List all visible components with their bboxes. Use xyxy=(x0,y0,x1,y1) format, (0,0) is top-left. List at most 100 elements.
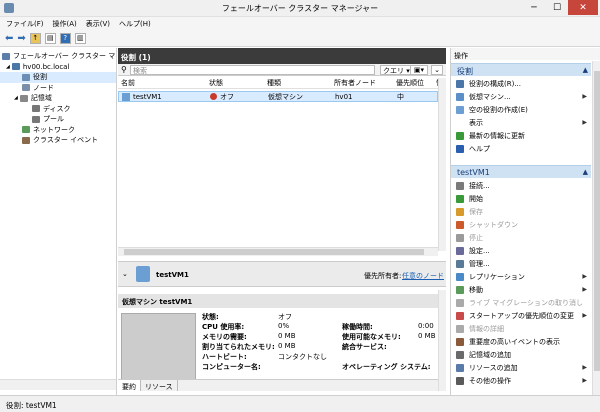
actions-vertical-scrollbar[interactable] xyxy=(592,61,600,395)
query-label: クエリ xyxy=(383,67,404,75)
collapse-up-icon[interactable]: ▲ xyxy=(583,168,588,176)
submenu-arrow-icon: ▶ xyxy=(582,364,587,371)
column-name[interactable]: 名前 xyxy=(118,78,206,88)
available-memory-label: 使用可能なメモリ: xyxy=(342,333,401,341)
tree-item-cluster-events[interactable]: クラスター イベント xyxy=(0,135,116,146)
action-item[interactable]: 接続... xyxy=(451,179,591,192)
row-owner-cell: hv01 xyxy=(335,92,353,101)
action-pane-icon[interactable]: ▥ xyxy=(74,32,86,44)
tab-resources[interactable]: リソース xyxy=(141,380,178,391)
roles-actions-list: 役割の構成(R)... 仮想マシン... ▶ 空の役割の作成(E) 表示 ▶ 最新の情報に更… xyxy=(451,77,591,157)
submenu-arrow-icon: ▶ xyxy=(582,377,587,384)
state-value: オフ xyxy=(278,313,292,321)
tree-item-roles[interactable]: 役割 xyxy=(0,72,116,83)
blank-icon xyxy=(456,119,464,127)
tree-item-cluster-manager[interactable]: フェールオーバー クラスター マネージ xyxy=(0,51,116,62)
action-item[interactable]: 空の役割の作成(E) xyxy=(451,103,591,116)
menu-file[interactable]: ファイル(F) xyxy=(6,19,44,29)
cpu-label: CPU 使用率: xyxy=(202,323,245,331)
collapse-chevron-icon[interactable]: ⌄ xyxy=(122,270,128,278)
action-item[interactable]: ヘルプ xyxy=(451,142,591,155)
network-icon xyxy=(22,126,30,134)
column-status[interactable]: 状態 xyxy=(206,78,264,88)
action-item[interactable]: 移動 ▶ xyxy=(451,283,591,296)
tree-item-storage[interactable]: ◢ 記憶域 xyxy=(0,93,116,104)
off-status-icon xyxy=(210,93,217,100)
actions-section-vm[interactable]: testVM1 ▲ xyxy=(451,165,591,178)
add-resource-icon xyxy=(456,363,464,372)
tree-item-nodes[interactable]: ノード xyxy=(0,83,116,94)
back-icon[interactable]: ⬅ xyxy=(5,33,13,44)
save-query-icon[interactable]: ▣▾ xyxy=(410,65,428,75)
action-item[interactable]: スタートアップの優先順位の変更 ▶ xyxy=(451,309,591,322)
scroll-thumb[interactable] xyxy=(124,249,424,255)
action-label: その他の操作 xyxy=(469,376,511,385)
search-input[interactable]: 検索 xyxy=(130,65,375,75)
action-item[interactable]: レプリケーション ▶ xyxy=(451,270,591,283)
events-icon xyxy=(22,136,30,144)
action-label: シャットダウン xyxy=(469,220,518,229)
action-item[interactable]: 表示 ▶ xyxy=(451,116,591,129)
close-button[interactable]: ✕ xyxy=(568,0,598,15)
cancel-migration-icon xyxy=(456,298,464,307)
tab-summary[interactable]: 要約 xyxy=(118,380,141,391)
tree-item-cluster[interactable]: ◢ hv00.bc.local xyxy=(0,62,116,73)
action-item[interactable]: リソースの追加 ▶ xyxy=(451,361,591,374)
vm-large-icon xyxy=(136,266,150,282)
action-item[interactable]: 開始 xyxy=(451,192,591,205)
tree-item-networks[interactable]: ネットワーク xyxy=(0,125,116,136)
title-bar: フェールオーバー クラスター マネージャー ─ ☐ ✕ xyxy=(0,0,600,17)
menu-view[interactable]: 表示(V) xyxy=(86,19,110,29)
action-item: シャットダウン xyxy=(451,218,591,231)
action-item[interactable]: 記憶域の追加 xyxy=(451,348,591,361)
priority-icon xyxy=(456,311,464,320)
action-item[interactable]: 管理... xyxy=(451,257,591,270)
forward-icon[interactable]: ➡ xyxy=(17,33,25,44)
maximize-button[interactable]: ☐ xyxy=(547,0,567,15)
show-tree-icon[interactable]: ▤ xyxy=(44,32,56,44)
action-label: 開始 xyxy=(469,194,483,203)
up-folder-icon[interactable]: ↑ xyxy=(29,32,41,44)
roles-vertical-scrollbar[interactable] xyxy=(438,78,446,251)
table-row[interactable]: testVM1 オフ 仮想マシン hv01 中 xyxy=(118,91,438,102)
detail-tabs: 要約 リソース xyxy=(118,379,438,391)
roles-pane: 役割 (1) ⚲ 検索 クエリ ▾ ▣▾ ⌄ 名前 状態 種類 所有者ノード 優… xyxy=(118,48,446,395)
action-item: ライブ マイグレーションの取り消し xyxy=(451,296,591,309)
actions-section-roles[interactable]: 役割 ▲ xyxy=(451,63,591,76)
connect-icon xyxy=(456,181,464,190)
action-item[interactable]: 最新の情報に更新 xyxy=(451,129,591,142)
collapse-up-icon[interactable]: ▲ xyxy=(583,66,588,74)
action-item[interactable]: 重要度の高いイベントの表示 xyxy=(451,335,591,348)
column-type[interactable]: 種類 xyxy=(264,78,331,88)
integration-services-label: 統合サービス: xyxy=(342,343,387,351)
collapse-icon[interactable]: ⌄ xyxy=(431,65,443,75)
expand-icon[interactable]: ◢ xyxy=(14,95,18,101)
query-button[interactable]: クエリ ▾ xyxy=(380,65,413,75)
scroll-thumb[interactable] xyxy=(594,71,600,371)
column-priority[interactable]: 優先順位 xyxy=(393,78,433,88)
action-item[interactable]: 役割の構成(R)... xyxy=(451,77,591,90)
preferred-owner-link[interactable]: 任意のノード xyxy=(402,271,444,281)
disk-icon xyxy=(32,105,40,113)
help-icon xyxy=(456,144,464,153)
action-item[interactable]: その他の操作 ▶ xyxy=(451,374,591,387)
roles-horizontal-scrollbar[interactable] xyxy=(118,247,438,256)
move-icon xyxy=(456,285,464,294)
action-item[interactable]: 設定... xyxy=(451,244,591,257)
minimize-button[interactable]: ─ xyxy=(523,0,545,15)
submenu-arrow-icon: ▶ xyxy=(582,286,587,293)
menu-help[interactable]: ヘルプ(H) xyxy=(119,19,151,29)
tree-item-pools[interactable]: プール xyxy=(0,114,116,125)
memory-demand-value: 0 MB xyxy=(278,332,296,340)
menu-action[interactable]: 操作(A) xyxy=(53,19,77,29)
action-label: 仮想マシン... xyxy=(469,92,511,101)
row-status-cell: オフ xyxy=(207,92,265,102)
search-row: ⚲ 検索 クエリ ▾ ▣▾ ⌄ xyxy=(118,64,446,76)
expand-icon[interactable]: ◢ xyxy=(6,64,10,70)
tree-item-disks[interactable]: ディスク xyxy=(0,104,116,115)
action-item[interactable]: 仮想マシン... ▶ xyxy=(451,90,591,103)
column-owner-node[interactable]: 所有者ノード xyxy=(331,78,393,88)
detail-vertical-scrollbar[interactable] xyxy=(438,290,446,391)
tree-horizontal-scrollbar[interactable] xyxy=(0,379,116,390)
help-icon[interactable]: ? xyxy=(59,32,71,44)
